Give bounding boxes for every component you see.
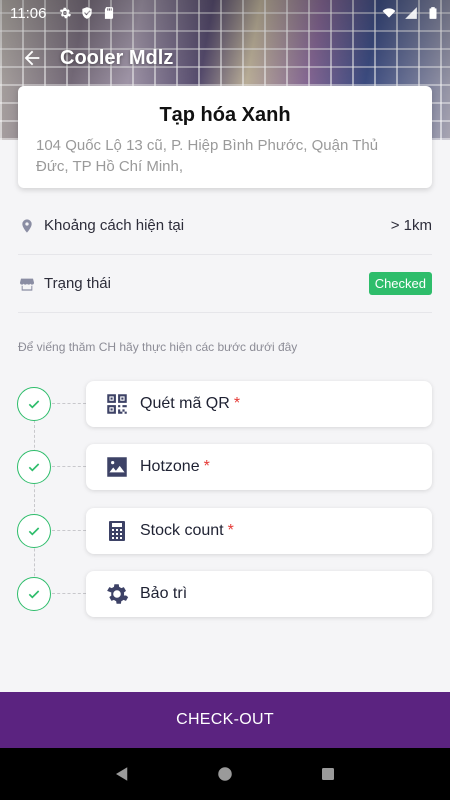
status-badge: Checked	[368, 272, 432, 295]
home-circle-icon	[218, 767, 232, 781]
check-circle-icon	[17, 514, 51, 548]
sd-card-icon	[105, 7, 114, 19]
shield-icon	[82, 7, 93, 19]
step-stock-count-button[interactable]: Stock count *	[86, 508, 432, 554]
nav-recents-button[interactable]	[313, 759, 343, 789]
step-label: Quét mã QR	[140, 395, 230, 412]
step-connector	[52, 530, 86, 531]
back-button[interactable]	[16, 42, 48, 74]
store-icon	[18, 275, 36, 293]
gear-icon	[60, 7, 72, 19]
step-connector	[52, 466, 86, 467]
distance-label: Khoảng cách hiện tại	[44, 217, 185, 234]
nav-home-button[interactable]	[210, 759, 240, 789]
nav-back-button[interactable]	[107, 759, 137, 789]
instruction-text: Để viếng thăm CH hãy thực hiện các bước …	[18, 340, 298, 354]
store-name: Tạp hóa Xanh	[159, 104, 291, 126]
status-row: Trạng thái Checked	[18, 255, 432, 313]
image-icon	[104, 454, 130, 480]
status-time: 11:06	[10, 4, 47, 22]
step-label: Stock count	[140, 522, 224, 539]
arrow-left-icon	[24, 50, 40, 66]
calculator-icon	[104, 518, 130, 544]
store-card: Tạp hóa Xanh 104 Quốc Lộ 13 cũ, P. Hiệp …	[18, 86, 432, 188]
required-marker: *	[233, 395, 241, 412]
step-stock-count: Stock count *	[17, 508, 432, 554]
battery-icon	[429, 7, 437, 19]
check-circle-icon	[17, 450, 51, 484]
wifi-icon	[382, 8, 396, 18]
step-connector	[52, 403, 86, 404]
step-maintenance-button[interactable]: Bảo trì	[86, 571, 432, 617]
status-label: Trạng thái	[44, 275, 111, 292]
step-qr: Quét mã QR *	[17, 381, 432, 427]
checkout-button[interactable]: CHECK-OUT	[0, 692, 450, 748]
step-label: Hotzone	[140, 458, 200, 475]
step-connector	[52, 593, 86, 594]
page-title: Cooler Mdlz	[60, 46, 174, 69]
gear-icon	[104, 581, 130, 607]
step-hotzone-button[interactable]: Hotzone *	[86, 444, 432, 490]
system-nav-bar	[0, 748, 450, 800]
distance-value: > 1km	[390, 217, 432, 234]
required-marker: *	[203, 458, 210, 475]
check-circle-icon	[17, 577, 51, 611]
app-bar: Cooler Mdlz	[0, 36, 450, 80]
step-qr-button[interactable]: Quét mã QR *	[86, 381, 432, 427]
step-maintenance: Bảo trì	[17, 571, 432, 617]
check-circle-icon	[17, 387, 51, 421]
back-triangle-icon	[115, 767, 127, 781]
distance-row: Khoảng cách hiện tại > 1km	[18, 197, 432, 255]
required-marker: *	[227, 522, 234, 539]
store-address: 104 Quốc Lộ 13 cũ, P. Hiệp Bình Phước, Q…	[36, 137, 379, 175]
step-hotzone: Hotzone *	[17, 444, 432, 490]
qr-code-icon	[104, 391, 130, 417]
signal-icon	[405, 7, 417, 19]
status-bar: 11:06	[0, 0, 450, 26]
step-label: Bảo trì	[140, 585, 188, 602]
location-pin-icon	[18, 217, 36, 235]
recents-square-icon	[322, 768, 335, 780]
